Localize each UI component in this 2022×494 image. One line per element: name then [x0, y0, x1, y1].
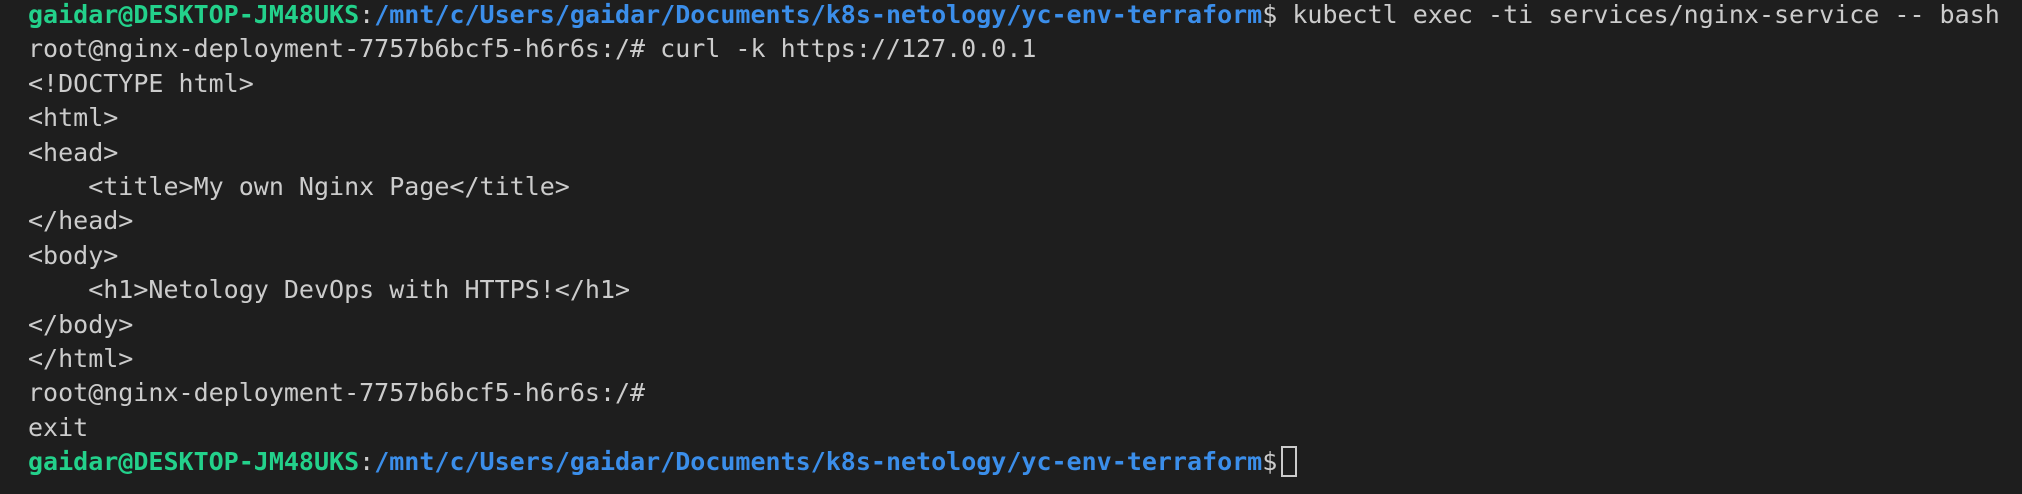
terminal-line: </html>: [28, 343, 134, 373]
terminal-line: exit: [28, 412, 89, 442]
terminal-prompt-line: gaidar@DESKTOP-JM48UKS:/mnt/c/Users/gaid…: [28, 445, 2022, 479]
prompt-command: kubectl exec -ti services/nginx-service …: [1277, 0, 2000, 29]
terminal-prompt-line: gaidar@DESKTOP-JM48UKS:/mnt/c/Users/gaid…: [28, 0, 2022, 32]
prompt-user-host: gaidar@DESKTOP-JM48UKS: [28, 0, 360, 29]
prompt-user-host: gaidar@DESKTOP-JM48UKS: [28, 447, 360, 477]
terminal-line: <h1>Netology DevOps with HTTPS!</h1>: [28, 275, 631, 305]
terminal-line: <head>: [28, 137, 119, 167]
terminal-line: <body>: [28, 240, 119, 270]
terminal-line: </head>: [28, 206, 134, 236]
terminal-line: root@nginx-deployment-7757b6bcf5-h6r6s:/…: [28, 378, 646, 408]
prompt-path: /mnt/c/Users/gaidar/Documents/k8s-netolo…: [374, 447, 1263, 477]
terminal-output[interactable]: gaidar@DESKTOP-JM48UKS:/mnt/c/Users/gaid…: [0, 0, 2022, 494]
terminal-line: <title>My own Nginx Page</title>: [28, 171, 570, 201]
prompt-symbol: $: [1262, 447, 1278, 477]
prompt-path: /mnt/c/Users/gaidar/Documents/k8s-netolo…: [374, 0, 1263, 29]
prompt-separator: :: [359, 447, 375, 477]
terminal-line: root@nginx-deployment-7757b6bcf5-h6r6s:/…: [28, 34, 1037, 64]
prompt-symbol: $: [1262, 0, 1278, 29]
terminal-line: <!DOCTYPE html>: [28, 68, 254, 98]
terminal-line: <html>: [28, 103, 119, 133]
prompt-separator: :: [359, 0, 375, 29]
terminal-line: </body>: [28, 309, 134, 339]
terminal-cursor[interactable]: [1281, 445, 1298, 477]
